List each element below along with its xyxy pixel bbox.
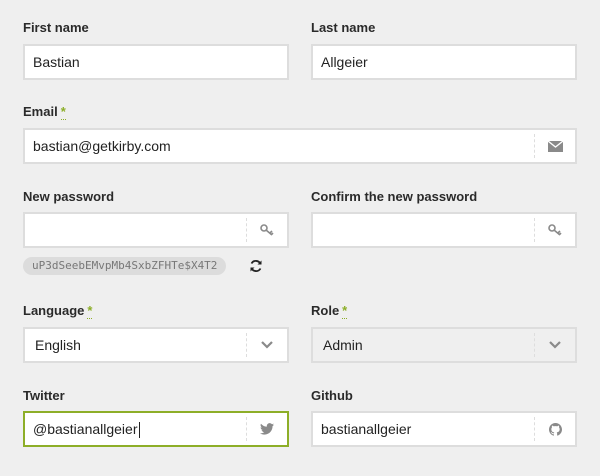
github-label: Github xyxy=(311,388,353,403)
last-name-field[interactable]: Allgeier xyxy=(311,44,577,80)
confirm-password-field[interactable] xyxy=(311,212,577,248)
first-name-label: First name xyxy=(23,20,89,35)
required-marker: * xyxy=(342,303,348,319)
github-value: bastianallgeier xyxy=(321,421,412,437)
twitter-value: @bastianallgeier xyxy=(33,421,138,437)
password-suggestion[interactable]: uP3dSeebEMvpMb4SxbZFHTe$X4T2 xyxy=(23,257,227,275)
language-label: Language * xyxy=(23,303,93,319)
required-marker: * xyxy=(87,303,93,319)
twitter-value-wrap: @bastianallgeier xyxy=(33,413,140,445)
first-name-value: Bastian xyxy=(33,54,80,70)
role-select[interactable]: Admin xyxy=(311,327,577,363)
key-icon xyxy=(246,218,287,242)
email-field[interactable]: bastian@getkirby.com xyxy=(23,128,577,164)
github-field[interactable]: bastianallgeier xyxy=(311,411,577,447)
role-label: Role * xyxy=(311,303,348,319)
language-value: English xyxy=(35,337,81,353)
language-label-text: Language xyxy=(23,303,85,318)
key-icon xyxy=(534,218,575,242)
new-password-field[interactable] xyxy=(23,212,289,248)
twitter-field[interactable]: @bastianallgeier xyxy=(23,411,289,447)
confirm-password-label: Confirm the new password xyxy=(311,189,478,204)
email-label-text: Email xyxy=(23,104,58,119)
chevron-down-icon xyxy=(246,333,287,357)
language-select[interactable]: English xyxy=(23,327,289,363)
first-name-field[interactable]: Bastian xyxy=(23,44,289,80)
last-name-label: Last name xyxy=(311,20,376,35)
refresh-icon[interactable] xyxy=(249,259,263,273)
new-password-label: New password xyxy=(23,189,115,204)
email-label: Email * xyxy=(23,104,66,120)
envelope-icon xyxy=(534,134,575,158)
text-cursor xyxy=(138,422,140,439)
role-label-text: Role xyxy=(311,303,340,318)
email-value: bastian@getkirby.com xyxy=(33,138,171,154)
twitter-icon xyxy=(246,417,287,441)
last-name-value: Allgeier xyxy=(321,54,368,70)
twitter-label: Twitter xyxy=(23,388,65,403)
role-value: Admin xyxy=(323,337,363,353)
required-marker: * xyxy=(60,104,66,120)
github-icon xyxy=(534,417,575,441)
chevron-down-icon xyxy=(534,333,575,357)
